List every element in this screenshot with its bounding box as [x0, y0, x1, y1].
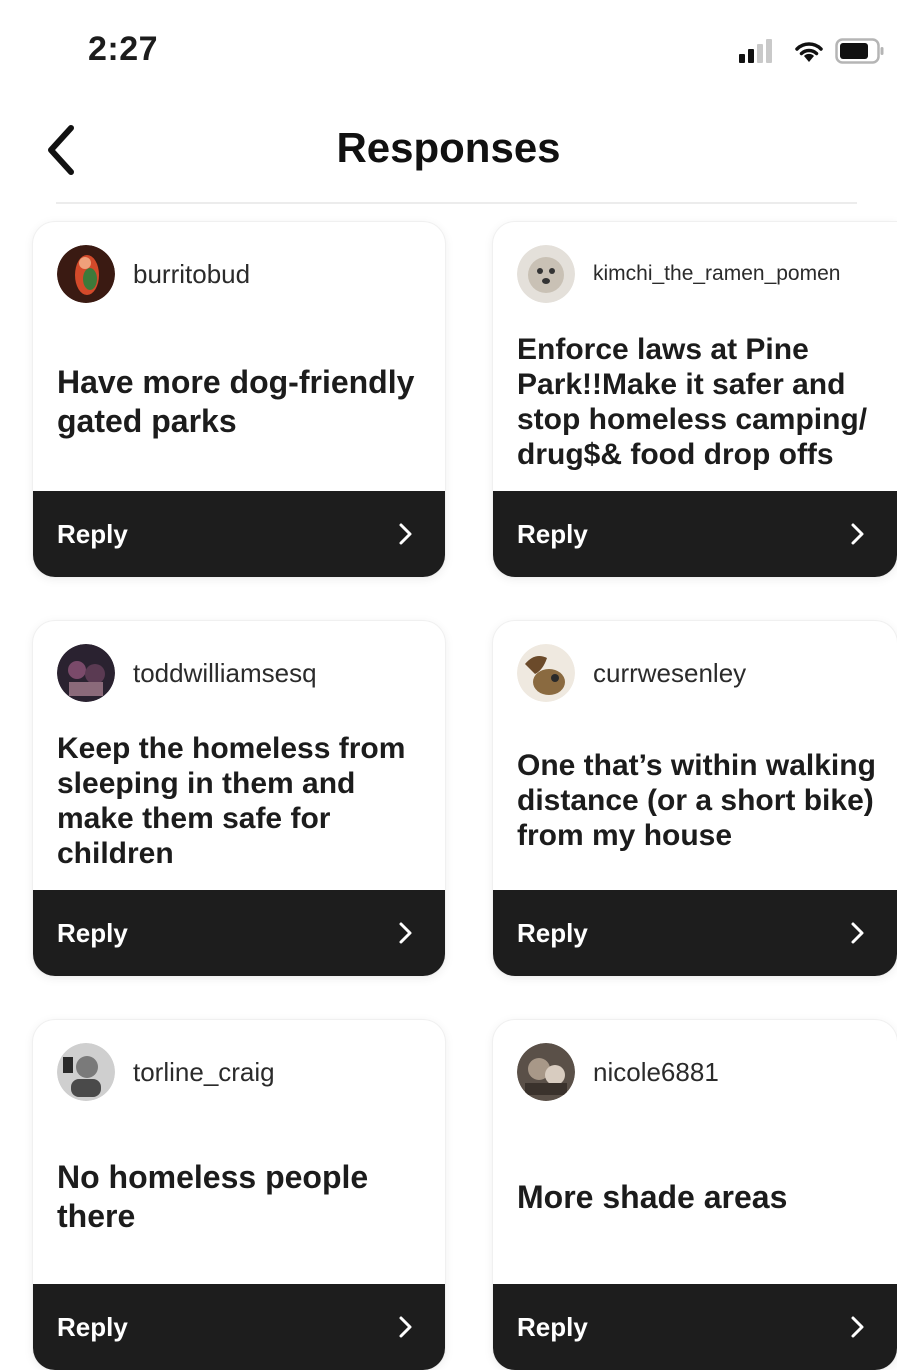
reply-label: Reply	[57, 1311, 128, 1342]
status-time: 2:27	[88, 30, 159, 68]
response-card: nicole6881 More shade areas Reply	[493, 1020, 897, 1370]
response-text: No homeless people there	[57, 1159, 369, 1234]
avatar[interactable]	[57, 245, 115, 303]
battery-icon	[835, 38, 884, 64]
chevron-right-icon	[399, 523, 412, 545]
status-icons	[739, 36, 885, 66]
card-header: torline_craig	[57, 1042, 435, 1102]
username[interactable]: burritobud	[133, 259, 250, 290]
response-text: Keep the homeless from sleeping in them …	[57, 731, 406, 870]
username[interactable]: kimchi_the_ramen_pomen	[593, 262, 840, 286]
chevron-right-icon	[851, 922, 864, 944]
response-card: currwesenley One that’s within walking d…	[493, 621, 897, 976]
username[interactable]: nicole6881	[593, 1057, 719, 1088]
username[interactable]: currwesenley	[593, 658, 746, 689]
response-body: Enforce laws at Pine Park!!Make it safer…	[517, 318, 883, 485]
reply-button[interactable]: Reply	[493, 1284, 897, 1370]
chevron-right-icon	[851, 1316, 864, 1338]
wifi-icon	[795, 42, 823, 62]
response-body: More shade areas	[517, 1110, 883, 1284]
chevron-right-icon	[399, 1316, 412, 1338]
card-header: burritobud	[57, 244, 435, 304]
page-title: Responses	[336, 124, 561, 171]
reply-button[interactable]: Reply	[493, 890, 897, 976]
reply-button[interactable]: Reply	[33, 890, 445, 976]
header-divider	[56, 202, 857, 204]
reply-button[interactable]: Reply	[33, 491, 445, 577]
response-body: Keep the homeless from sleeping in them …	[57, 717, 431, 884]
avatar[interactable]	[517, 1043, 575, 1101]
avatar[interactable]	[517, 245, 575, 303]
card-header: nicole6881	[517, 1042, 887, 1102]
username[interactable]: toddwilliamsesq	[133, 658, 317, 689]
reply-label: Reply	[517, 518, 588, 549]
avatar[interactable]	[517, 644, 575, 702]
response-text: More shade areas	[517, 1178, 788, 1215]
avatar[interactable]	[57, 1043, 115, 1101]
avatar[interactable]	[57, 644, 115, 702]
reply-button[interactable]: Reply	[493, 491, 897, 577]
response-body: One that’s within walking distance (or a…	[517, 717, 883, 884]
card-header: toddwilliamsesq	[57, 643, 435, 703]
response-card: kimchi_the_ramen_pomen Enforce laws at P…	[493, 222, 897, 577]
card-header: kimchi_the_ramen_pomen	[517, 244, 887, 304]
reply-label: Reply	[517, 917, 588, 948]
response-text: Enforce laws at Pine Park!!Make it safer…	[517, 332, 868, 471]
chevron-right-icon	[399, 922, 412, 944]
response-card: torline_craig No homeless people there R…	[33, 1020, 445, 1370]
response-body: Have more dog-friendly gated parks	[57, 312, 431, 491]
status-bar: 2:27	[0, 0, 897, 100]
reply-label: Reply	[517, 1311, 588, 1342]
response-body: No homeless people there	[57, 1110, 431, 1284]
chevron-right-icon	[851, 523, 864, 545]
reply-button[interactable]: Reply	[33, 1284, 445, 1370]
response-text: One that’s within walking distance (or a…	[517, 749, 876, 852]
reply-label: Reply	[57, 518, 128, 549]
cellular-signal-icon	[739, 39, 772, 63]
reply-label: Reply	[57, 917, 128, 948]
response-card: burritobud Have more dog-friendly gated …	[33, 222, 445, 577]
response-text: Have more dog-friendly gated parks	[57, 363, 415, 439]
username[interactable]: torline_craig	[133, 1057, 275, 1088]
card-header: currwesenley	[517, 643, 887, 703]
response-card: toddwilliamsesq Keep the homeless from s…	[33, 621, 445, 976]
navigation-header: Responses	[0, 100, 897, 205]
